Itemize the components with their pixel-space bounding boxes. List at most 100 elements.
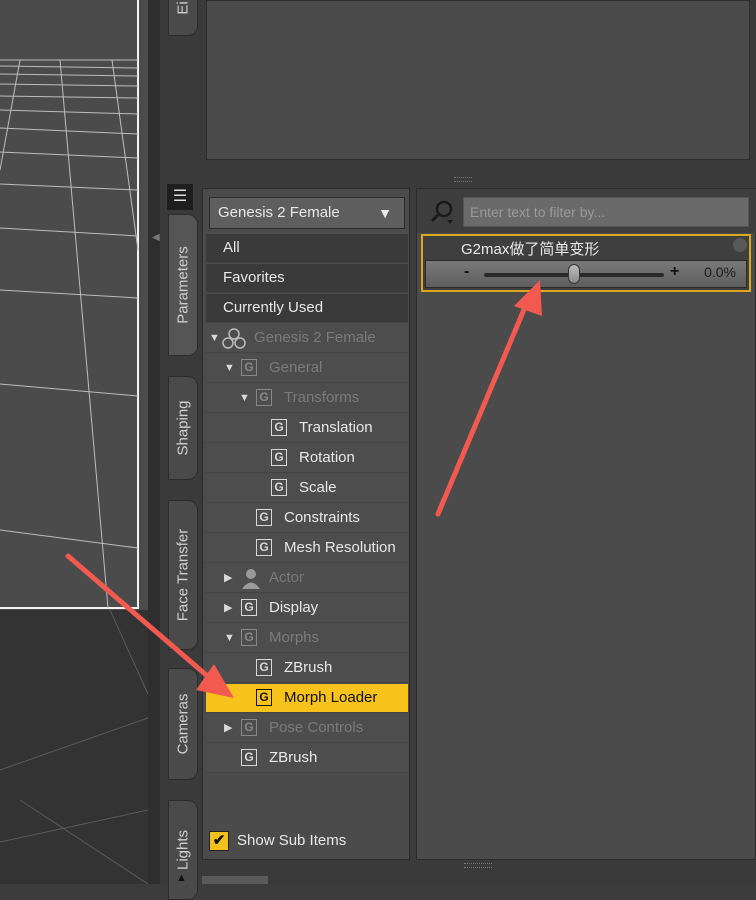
filter-label: All — [223, 239, 240, 256]
tree-item-label: Morph Loader — [284, 689, 378, 706]
group-g-icon: G — [256, 389, 272, 406]
group-g-icon: G — [241, 719, 257, 736]
tree-item-zbrush[interactable]: G ZBrush — [206, 744, 408, 773]
tree-item-rotation[interactable]: G Rotation — [206, 444, 408, 473]
slider-label: G2max做了简单变形 — [461, 241, 600, 258]
tree-item-label: Pose Controls — [269, 719, 364, 736]
group-g-icon: G — [241, 599, 257, 616]
tree-item-label: ZBrush — [284, 659, 333, 676]
group-g-icon: G — [241, 749, 257, 766]
slider-thumb[interactable] — [568, 264, 580, 284]
tree-item-label: Mesh Resolution — [284, 539, 396, 556]
tab-cameras[interactable]: Cameras — [168, 668, 198, 780]
group-g-icon: G — [256, 659, 272, 676]
tree-item-label: Rotation — [299, 449, 355, 466]
filter-all[interactable]: All — [206, 234, 408, 263]
splitter-grip-icon[interactable] — [454, 177, 472, 182]
group-g-icon: G — [271, 419, 287, 436]
tree-item-zbrush-sub[interactable]: G ZBrush — [206, 654, 408, 683]
top-pane-content — [206, 0, 750, 160]
group-g-icon: G — [271, 449, 287, 466]
tree-item-label: Genesis 2 Female — [254, 329, 376, 346]
tree-item-label: Morphs — [269, 629, 320, 646]
expand-up-arrow-icon[interactable]: ▲ — [176, 872, 187, 884]
increment-button[interactable]: + — [670, 263, 679, 281]
tab-label: Face Transfer — [174, 528, 192, 622]
viewport-floor-area — [0, 610, 148, 884]
tree-item-label: ZBrush — [269, 749, 318, 766]
tree-item-actor[interactable]: ▶ Actor — [206, 564, 408, 593]
pane-splitter[interactable] — [202, 166, 756, 188]
tab-label: Lights — [174, 829, 192, 871]
pane-tab-strip: Ei Parameters Shaping Face Transfer Came… — [160, 0, 202, 900]
search-icon[interactable] — [429, 199, 455, 225]
bottom-tab[interactable] — [202, 876, 268, 884]
tree-item-label: General — [269, 359, 323, 376]
group-g-icon: G — [256, 509, 272, 526]
actor-person-icon — [242, 569, 260, 589]
show-sub-items-label: Show Sub Items — [237, 832, 347, 849]
expanded-triangle-icon[interactable]: ▼ — [224, 624, 235, 652]
tree-item-morph-loader[interactable]: G Morph Loader — [206, 684, 408, 713]
collapsed-triangle-icon[interactable]: ▶ — [224, 564, 232, 592]
tab-label: Cameras — [174, 693, 192, 755]
collapsed-triangle-icon[interactable]: ▶ — [224, 594, 232, 622]
tree-item-mesh-resolution[interactable]: G Mesh Resolution — [206, 534, 408, 563]
tree-item-label: Transforms — [284, 389, 360, 406]
dropdown-arrow-icon: ▼ — [378, 205, 392, 221]
tree-item-genesis-2-female[interactable]: ▼ Genesis 2 Female — [206, 324, 408, 353]
filter-input[interactable] — [463, 197, 749, 227]
tree-item-label: Actor — [269, 569, 305, 586]
slider-control[interactable]: - + 0.0% — [425, 260, 747, 288]
decrement-button[interactable]: - — [464, 263, 469, 281]
tab-shaping[interactable]: Shaping — [168, 376, 198, 480]
expanded-triangle-icon[interactable]: ▼ — [239, 384, 250, 412]
expanded-triangle-icon[interactable]: ▼ — [209, 324, 220, 352]
tree-item-pose-controls[interactable]: ▶ G Pose Controls — [206, 714, 408, 743]
node-selector-value: Genesis 2 Female — [218, 204, 340, 221]
tree-item-general[interactable]: ▼ G General — [206, 354, 408, 383]
bottom-bar — [202, 860, 756, 884]
slider-value[interactable]: 0.0% — [704, 264, 736, 280]
tree-item-translation[interactable]: G Translation — [206, 414, 408, 443]
tab-partial-top[interactable]: Ei — [168, 0, 198, 36]
tree-item-label: Scale — [299, 479, 337, 496]
group-g-icon: G — [256, 539, 272, 556]
tab-label: Ei — [174, 1, 192, 15]
tree-item-morphs[interactable]: ▼ G Morphs — [206, 624, 408, 653]
collapsed-triangle-icon[interactable]: ▶ — [224, 714, 232, 742]
tree-item-transforms[interactable]: ▼ G Transforms — [206, 384, 408, 413]
figure-icon — [222, 328, 246, 349]
tab-label: Shaping — [174, 400, 192, 456]
gear-icon[interactable] — [733, 238, 747, 252]
filter-label: Favorites — [223, 269, 285, 286]
tab-parameters[interactable]: Parameters — [168, 214, 198, 356]
top-pane — [202, 0, 756, 166]
tree-item-scale[interactable]: G Scale — [206, 474, 408, 503]
filter-bar — [417, 189, 756, 233]
tree-item-label: Display — [269, 599, 319, 616]
group-g-icon: G — [241, 359, 257, 376]
filter-favorites[interactable]: Favorites — [206, 264, 408, 293]
parameter-tree-panel: Genesis 2 Female ▼ All Favorites Current… — [202, 188, 410, 860]
pane-options-menu-icon[interactable]: ☰ — [167, 184, 193, 210]
viewport-separator[interactable] — [148, 0, 160, 884]
node-selector-dropdown[interactable]: Genesis 2 Female ▼ — [209, 197, 405, 229]
tree-item-constraints[interactable]: G Constraints — [206, 504, 408, 533]
morph-parameter-slider[interactable]: G2max做了简单变形 - + 0.0% — [421, 234, 751, 292]
splitter-grip-icon[interactable] — [464, 863, 492, 868]
tree-item-display[interactable]: ▶ G Display — [206, 594, 408, 623]
collapse-arrow-icon[interactable]: ◀ — [152, 232, 160, 243]
filter-label: Currently Used — [223, 299, 324, 316]
group-g-icon: G — [256, 689, 272, 706]
parameter-list-panel: G2max做了简单变形 - + 0.0% — [416, 188, 756, 860]
group-g-icon: G — [271, 479, 287, 496]
3d-viewport[interactable] — [0, 0, 148, 884]
expanded-triangle-icon[interactable]: ▼ — [224, 354, 235, 382]
tab-lights[interactable]: Lights — [168, 800, 198, 900]
tree-item-label: Translation — [299, 419, 373, 436]
show-sub-items-checkbox[interactable]: ✔ — [209, 831, 229, 851]
tab-face-transfer[interactable]: Face Transfer — [168, 500, 198, 650]
tab-label: Parameters — [174, 246, 192, 324]
filter-currently-used[interactable]: Currently Used — [206, 294, 408, 323]
